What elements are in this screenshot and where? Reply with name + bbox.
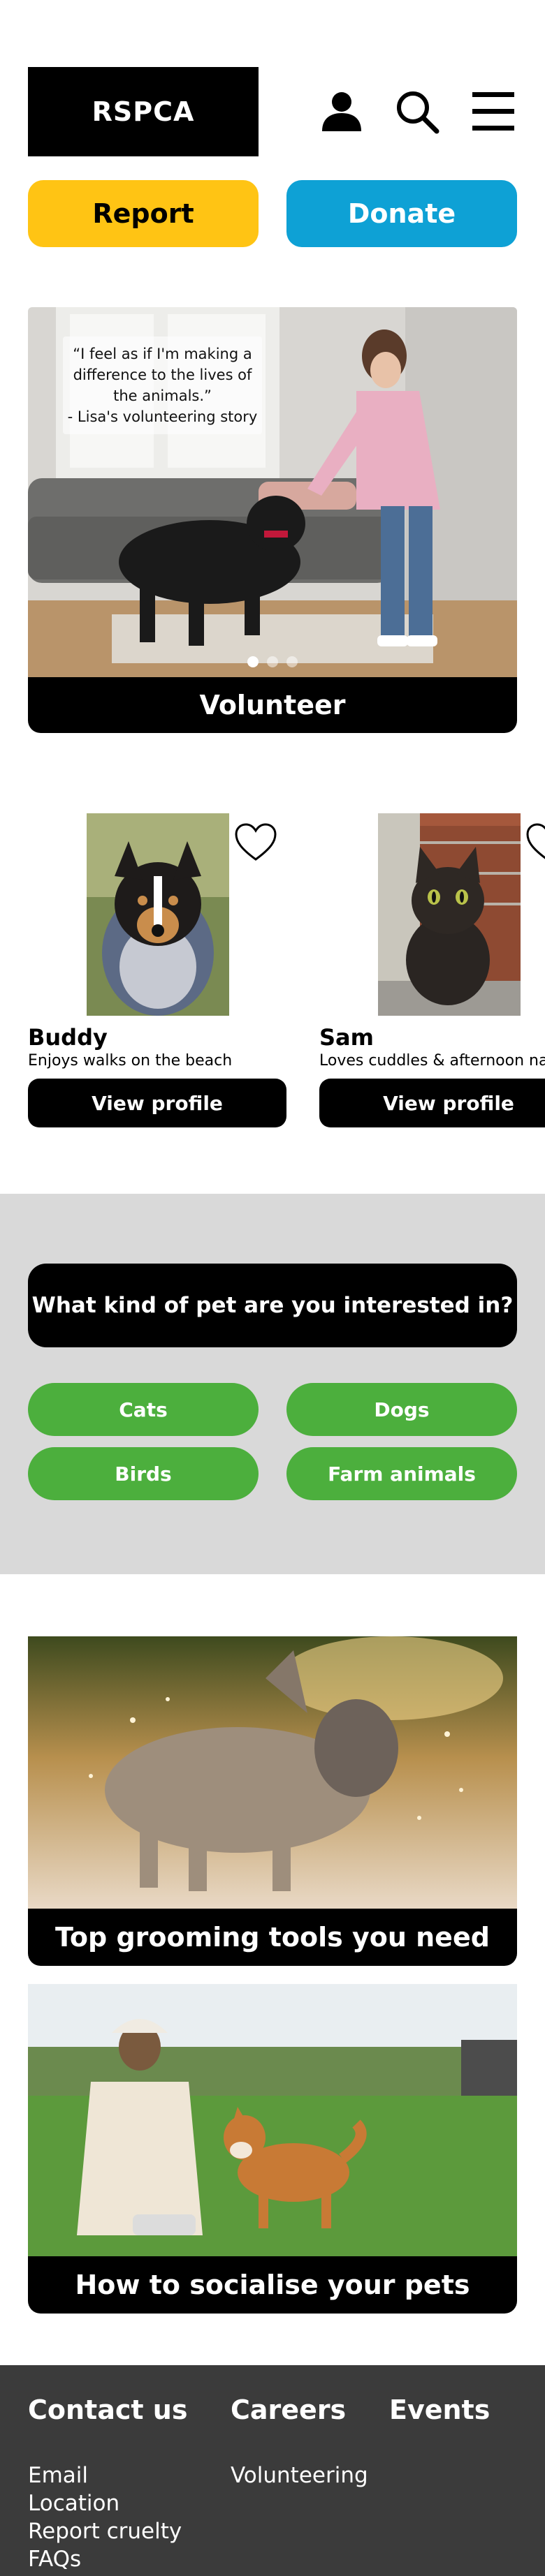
article-title: Top grooming tools you need (28, 1909, 517, 1966)
footer-link-email[interactable]: Email (28, 2463, 88, 2488)
footer-events-heading[interactable]: Events (389, 2394, 490, 2425)
pet-description: Loves cuddles & afternoon na (319, 1052, 545, 1069)
socialise-photo (28, 1984, 517, 2256)
sam-photo (378, 813, 521, 1016)
option-dogs[interactable]: Dogs (286, 1383, 517, 1436)
view-profile-button[interactable]: View profile (28, 1079, 286, 1127)
volunteer-caption[interactable]: Volunteer (28, 677, 517, 733)
footer-link-report-cruelty[interactable]: Report cruelty (28, 2519, 182, 2544)
donate-button[interactable]: Donate (286, 180, 517, 247)
pet-card-buddy: Buddy Enjoys walks on the beach View pro… (28, 813, 286, 1127)
article-card-socialise[interactable]: How to socialise your pets (28, 1984, 517, 2314)
pet-description: Enjoys walks on the beach (28, 1052, 233, 1069)
option-farm-animals[interactable]: Farm animals (286, 1447, 517, 1500)
favourite-heart-icon[interactable] (525, 822, 545, 864)
carousel-dot[interactable] (247, 656, 259, 667)
footer-link-volunteering[interactable]: Volunteering (231, 2463, 368, 2488)
search-icon[interactable] (393, 88, 441, 135)
pet-card-sam: Sam Loves cuddles & afternoon na View pr… (319, 813, 545, 1127)
menu-icon[interactable] (470, 88, 517, 135)
article-title: How to socialise your pets (28, 2256, 517, 2314)
pet-interest-question: What kind of pet are you interested in? (28, 1264, 517, 1347)
footer-link-location[interactable]: Location (28, 2491, 119, 2516)
rspca-logo[interactable]: RSPCA (28, 67, 259, 156)
report-button[interactable]: Report (28, 180, 259, 247)
carousel-dot[interactable] (267, 656, 278, 667)
view-profile-button[interactable]: View profile (319, 1079, 545, 1127)
volunteer-quote: “I feel as if I'm making a difference to… (63, 336, 262, 434)
footer-contact-heading[interactable]: Contact us (28, 2394, 187, 2425)
grooming-photo (28, 1636, 517, 1909)
article-card-grooming[interactable]: Top grooming tools you need (28, 1636, 517, 1966)
volunteer-carousel[interactable]: “I feel as if I'm making a difference to… (28, 307, 517, 733)
pet-name: Buddy (28, 1024, 108, 1051)
favourite-heart-icon[interactable] (233, 822, 278, 864)
site-footer: Contact us Careers Events Email Location… (0, 2365, 545, 2576)
option-cats[interactable]: Cats (28, 1383, 259, 1436)
option-birds[interactable]: Birds (28, 1447, 259, 1500)
footer-link-faqs[interactable]: FAQs (28, 2547, 81, 2572)
carousel-dot[interactable] (286, 656, 298, 667)
carousel-indicators (28, 656, 517, 667)
pet-name: Sam (319, 1024, 374, 1051)
user-icon[interactable] (318, 88, 365, 135)
buddy-photo (87, 813, 229, 1016)
footer-careers-heading[interactable]: Careers (231, 2394, 346, 2425)
